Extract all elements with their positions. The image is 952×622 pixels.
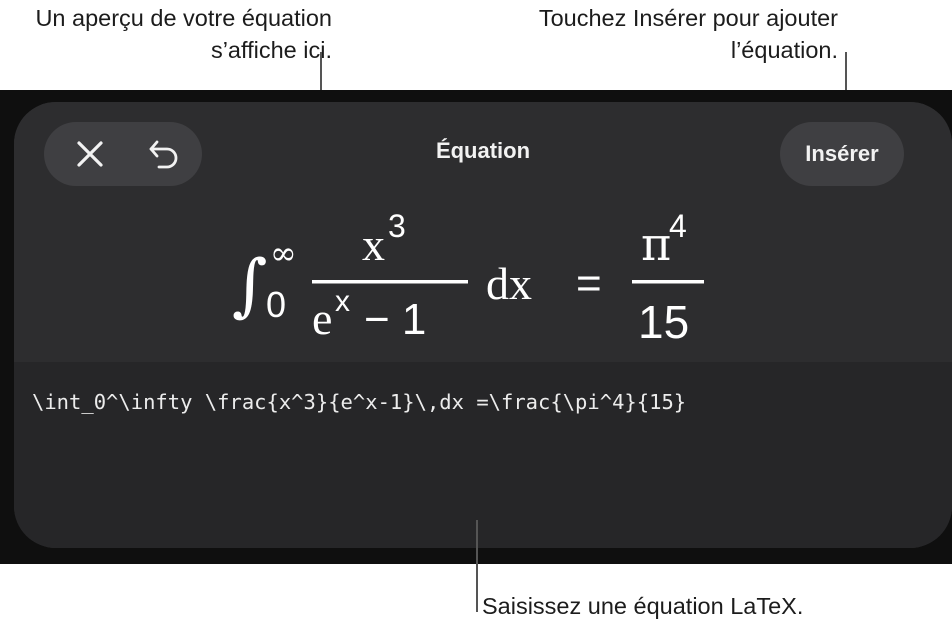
fraction-denominator-exponent: x [335,285,350,318]
latex-callout-line [476,520,478,612]
equation-render: ∫ ∞ 0 x 3 e x − 1 dx = π 4 15 [232,208,704,348]
rhs-denominator: 15 [638,296,689,348]
latex-callout: Saisissez une équation LaTeX. [482,593,804,619]
fraction-denominator-rest: − 1 [364,295,426,344]
fraction-numerator: x [362,219,385,270]
integral-lower-limit: 0 [266,284,286,325]
preview-callout: Un aperçu de votre équation s’affiche ic… [35,5,332,63]
rhs-fraction-bar [632,280,704,284]
latex-input[interactable]: \int_0^\infty \frac{x^3}{e^x-1}\,dx =\fr… [32,390,932,414]
differential: dx [486,258,532,309]
integral-upper-limit: ∞ [270,234,297,272]
equation-sheet: Équation Insérer ∫ ∞ 0 x 3 e x − 1 dx = … [14,102,952,548]
equals-sign: = [576,259,602,308]
rhs-numerator: π [641,217,671,271]
integral-sign: ∫ [232,246,267,325]
equation-preview: Équation Insérer ∫ ∞ 0 x 3 e x − 1 dx = … [14,102,952,362]
insert-callout: Touchez Insérer pour ajouter l’équation. [538,5,838,63]
fraction-bar [312,280,468,284]
rhs-numerator-exponent: 4 [669,208,687,244]
fraction-denominator-base: e [312,293,332,344]
fraction-numerator-exponent: 3 [388,208,406,244]
